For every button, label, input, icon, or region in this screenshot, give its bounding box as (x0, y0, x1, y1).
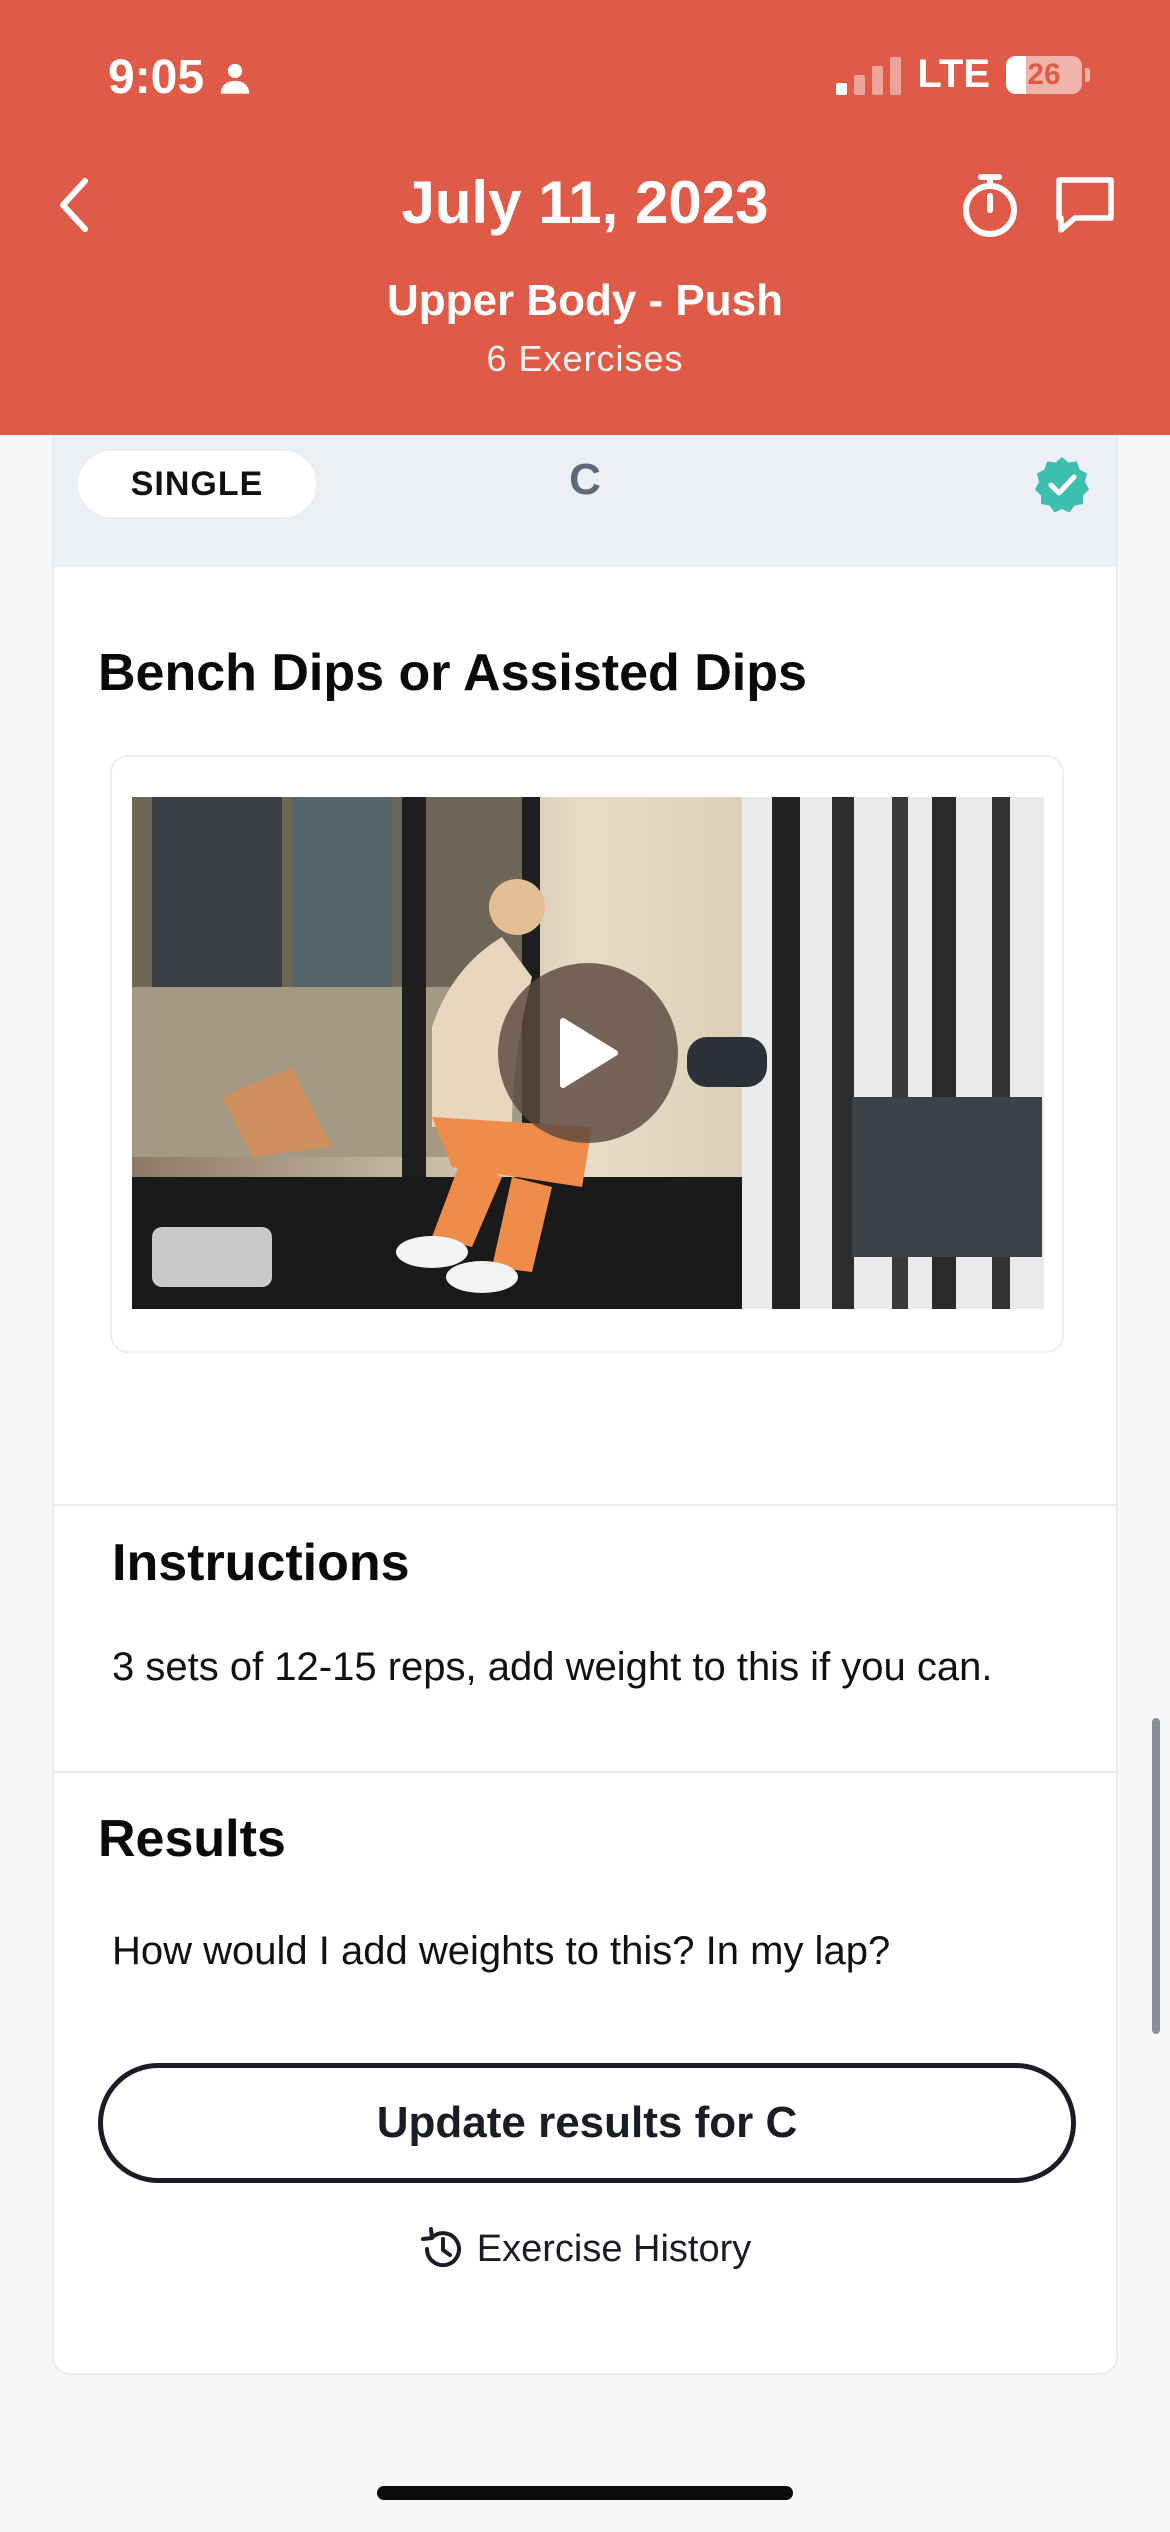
results-heading: Results (98, 1810, 286, 1868)
exercise-count: 6 Exercises (486, 338, 684, 379)
section-divider (54, 1771, 1116, 1773)
exercise-history-link[interactable]: Exercise History (54, 2225, 1116, 2273)
history-icon (420, 2227, 461, 2268)
workout-name: Upper Body - Push (386, 276, 784, 325)
status-indicators: LTE 26 (836, 52, 1090, 97)
play-button[interactable] (498, 963, 678, 1143)
battery-icon: 26 (1006, 55, 1090, 94)
video-container (110, 755, 1064, 1353)
section-divider (54, 1504, 1116, 1506)
play-icon (560, 1018, 618, 1088)
signal-icon (836, 55, 902, 95)
status-time: 9:05 (108, 50, 252, 105)
exercise-card-header: SINGLE C (54, 435, 1116, 567)
home-indicator[interactable] (377, 2486, 793, 2500)
app-header: 9:05 LTE 26 July 11, 2023 Upper Body - P… (0, 0, 1170, 435)
update-results-button[interactable]: Update results for C (98, 2063, 1076, 2183)
results-text: How would I add weights to this? In my l… (112, 1929, 891, 1973)
clock-label: 9:05 (108, 51, 205, 104)
exercise-history-label: Exercise History (476, 2227, 752, 2270)
stopwatch-icon (963, 174, 1017, 237)
battery-level: 26 (1027, 57, 1061, 91)
timer-button[interactable] (955, 170, 1025, 240)
exercise-letter: C (569, 455, 601, 504)
scrollbar[interactable] (1152, 1718, 1160, 2034)
verified-check-icon (1035, 457, 1089, 513)
exercise-card: SINGLE C Bench Dips or Assisted Dips Ins… (52, 435, 1118, 2375)
network-label: LTE (917, 52, 990, 96)
exercise-video[interactable] (132, 797, 1044, 1309)
exercise-name: Bench Dips or Assisted Dips (98, 644, 807, 702)
chat-button[interactable] (1050, 170, 1120, 240)
message-icon (1056, 177, 1114, 233)
instructions-heading: Instructions (112, 1534, 410, 1592)
person-icon (220, 63, 250, 94)
instructions-text: 3 sets of 12-15 reps, add weight to this… (112, 1645, 993, 1689)
